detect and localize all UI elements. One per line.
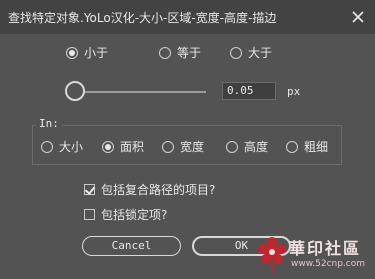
radio-less-than[interactable]: 小于 [66, 44, 108, 61]
cancel-button[interactable]: Cancel [82, 236, 181, 256]
radio-label: 大于 [248, 46, 273, 60]
include-locked-checkbox[interactable]: 包括锁定项? [84, 206, 167, 223]
radio-dot [66, 46, 78, 59]
radio-label: 等于 [177, 46, 202, 60]
watermark-text: 華印社區 [289, 239, 362, 258]
radio-label: 面积 [120, 140, 145, 154]
include-compound-paths-checkbox[interactable]: 包括复合路径的项目? [84, 181, 215, 198]
radio-greater-than[interactable]: 大于 [230, 44, 272, 61]
radio-equal-to[interactable]: 等于 [159, 44, 201, 61]
value-input[interactable]: 0.05 [222, 82, 276, 100]
radio-label: 粗细 [304, 140, 329, 154]
checkbox-label: 包括复合路径的项目? [101, 183, 216, 197]
checkbox-label: 包括锁定项? [101, 208, 168, 222]
radio-dot [159, 46, 171, 59]
title-bar: 查找特定对象.YoLo汉化-大小-区域-宽度-高度-描边 [0, 0, 375, 34]
radio-dot [102, 140, 114, 153]
slider-track[interactable] [80, 91, 206, 93]
radio-dot [41, 140, 53, 153]
ok-button[interactable]: OK [192, 236, 291, 256]
radio-in-height[interactable]: 高度 [226, 138, 268, 155]
radio-in-width[interactable]: 宽度 [162, 138, 204, 155]
radio-label: 宽度 [180, 140, 205, 154]
radio-label: 高度 [244, 140, 269, 154]
close-icon[interactable] [351, 10, 365, 24]
radio-dot [230, 46, 242, 59]
window-title: 查找特定对象.YoLo汉化-大小-区域-宽度-高度-描边 [8, 11, 277, 25]
radio-in-area[interactable]: 面积 [102, 138, 144, 155]
in-group-label: In: [36, 117, 62, 130]
radio-dot [162, 140, 174, 153]
unit-label: px [287, 85, 301, 98]
radio-dot [286, 140, 298, 153]
checkbox-box [84, 184, 95, 195]
slider-handle[interactable] [65, 81, 85, 101]
dialog-window: 查找特定对象.YoLo汉化-大小-区域-宽度-高度-描边 小于 等于 大于 0.… [0, 0, 375, 279]
radio-dot [226, 140, 238, 153]
watermark-url: www.52cnp.com [291, 259, 366, 269]
radio-in-stroke-weight[interactable]: 粗细 [286, 138, 328, 155]
radio-label: 小于 [84, 46, 109, 60]
radio-label: 大小 [59, 140, 84, 154]
checkbox-box [84, 209, 95, 220]
radio-in-size[interactable]: 大小 [41, 138, 83, 155]
